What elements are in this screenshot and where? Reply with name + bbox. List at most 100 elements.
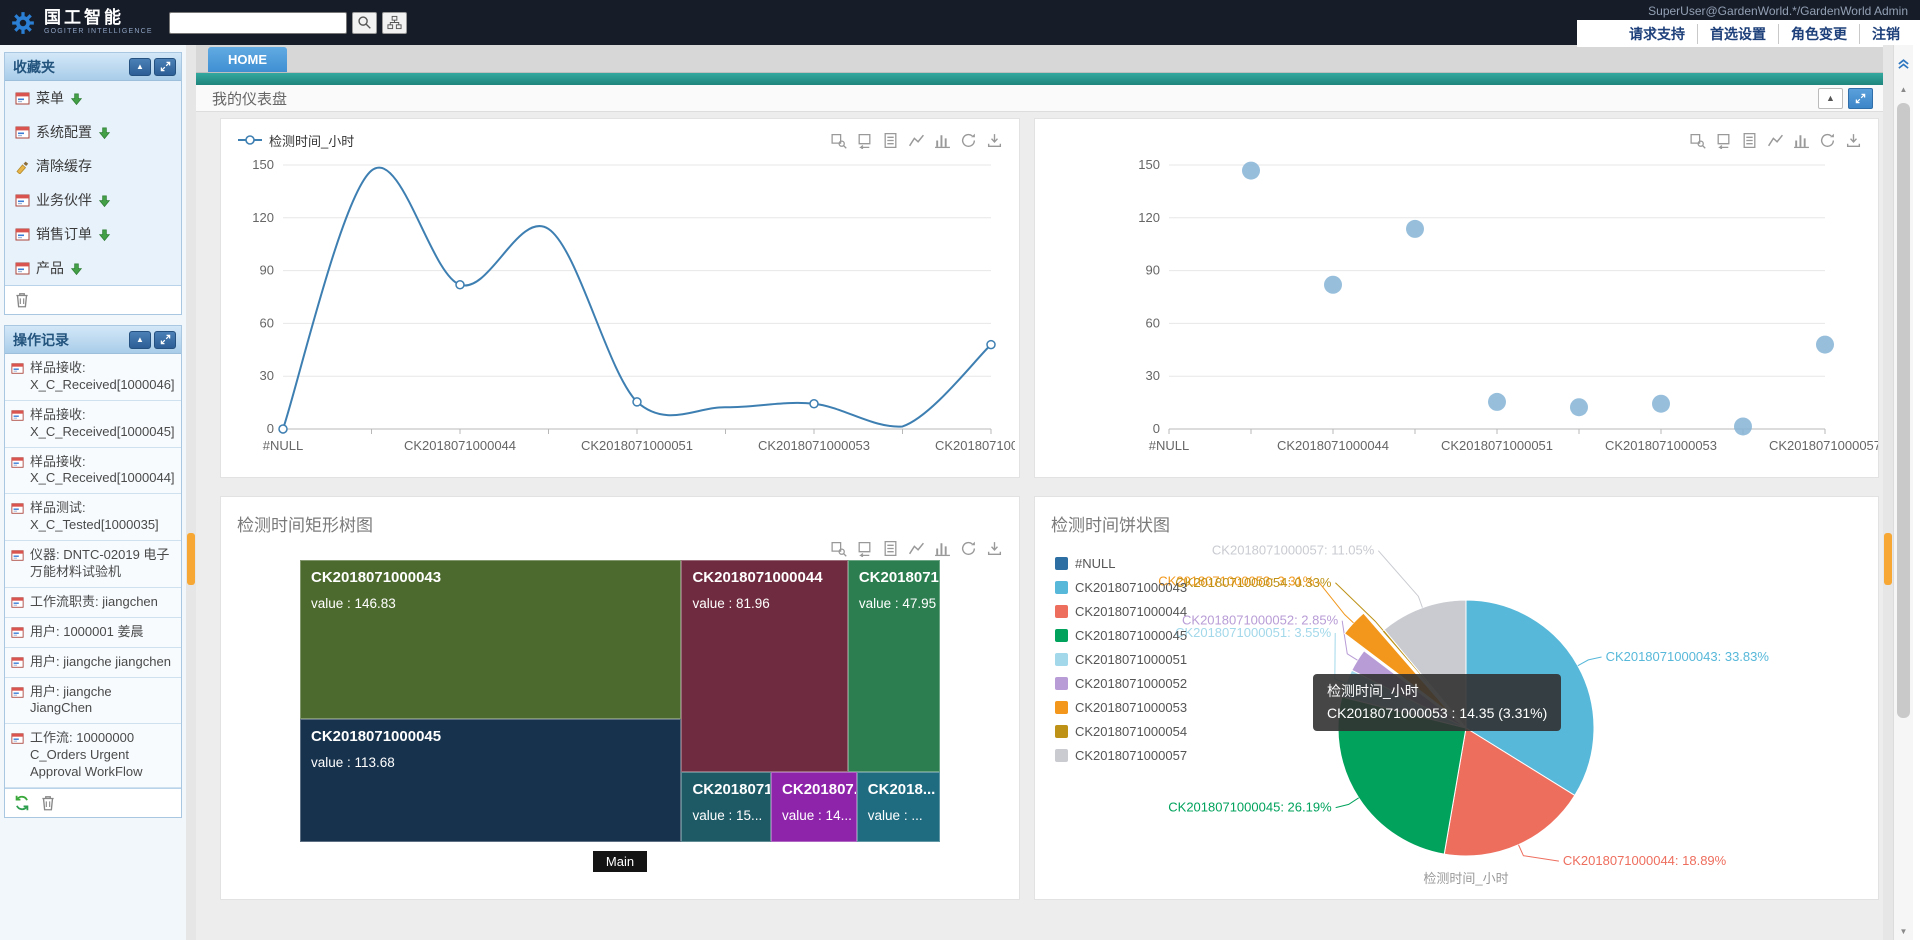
treemap-node[interactable]: CK2018071000044value : 81.96 <box>681 560 847 772</box>
search-button[interactable] <box>352 12 377 34</box>
pie-legend-item[interactable]: CK2018071000043 <box>1055 580 1187 595</box>
add-favorite-arrow-icon[interactable] <box>70 262 83 275</box>
right-collapse-handle[interactable] <box>1884 533 1892 585</box>
activity-item[interactable]: 用户: jiangche JiangChen <box>5 678 181 725</box>
scatter-point[interactable] <box>1406 220 1424 238</box>
treemap-node[interactable]: CK2018071000045value : 113.68 <box>300 719 681 842</box>
line-chart[interactable]: 0306090120150#NULLCK2018071000044CK20180… <box>225 151 1015 469</box>
activity-expand-button[interactable] <box>154 331 176 349</box>
activity-item[interactable]: 样品接收: X_C_Received[1000044] <box>5 448 181 495</box>
line-point-marker[interactable] <box>456 281 464 289</box>
pie-legend-item[interactable]: CK2018071000052 <box>1055 676 1187 691</box>
dashboard-collapse-button[interactable]: ▲ <box>1818 88 1843 109</box>
scatter-point[interactable] <box>1570 398 1588 416</box>
scatter-point[interactable] <box>1242 162 1260 180</box>
scatter-point[interactable] <box>1816 336 1834 354</box>
zoom-reset-icon[interactable] <box>856 540 873 557</box>
favorites-collapse-button[interactable]: ▲ <box>129 58 151 76</box>
activity-item[interactable]: 工作流职责: jiangchen <box>5 588 181 618</box>
vertical-scrollbar[interactable]: ▲ ▼ <box>1893 45 1913 940</box>
treemap-chart[interactable]: CK2018071000043value : 146.83CK201807100… <box>300 560 940 842</box>
left-collapse-handle[interactable] <box>187 533 195 585</box>
trash-icon[interactable] <box>39 794 57 812</box>
data-zoom-icon[interactable] <box>830 132 847 149</box>
bar-type-icon[interactable] <box>934 540 951 557</box>
data-zoom-icon[interactable] <box>830 540 847 557</box>
activity-item[interactable]: 样品测试: X_C_Tested[1000035] <box>5 494 181 541</box>
scatter-point[interactable] <box>1734 417 1752 435</box>
pie-legend-item[interactable]: CK2018071000054 <box>1055 724 1187 739</box>
download-icon[interactable] <box>1845 132 1862 149</box>
data-view-icon[interactable] <box>882 132 899 149</box>
activity-item[interactable]: 样品接收: X_C_Received[1000046] <box>5 354 181 401</box>
treemap-node[interactable]: CK2018...value : ... <box>857 772 940 843</box>
pie-legend-item[interactable]: CK2018071000045 <box>1055 628 1187 643</box>
activity-item[interactable]: 仪器: DNTC-02019 电子万能材料试验机 <box>5 541 181 588</box>
add-favorite-arrow-icon[interactable] <box>98 126 111 139</box>
line-type-icon[interactable] <box>908 540 925 557</box>
zoom-reset-icon[interactable] <box>1715 132 1732 149</box>
add-favorite-arrow-icon[interactable] <box>70 92 83 105</box>
dashboard-maximize-button[interactable] <box>1848 88 1873 109</box>
top-link-preferences[interactable]: 首选设置 <box>1697 24 1778 44</box>
favorites-expand-button[interactable] <box>154 58 176 76</box>
data-zoom-icon[interactable] <box>1689 132 1706 149</box>
scatter-point[interactable] <box>1324 276 1342 294</box>
pie-legend-item[interactable]: CK2018071000051 <box>1055 652 1187 667</box>
favorite-item[interactable]: 系统配置 <box>5 115 181 149</box>
tab-home[interactable]: HOME <box>208 47 287 72</box>
favorite-item[interactable]: 清除缓存 <box>5 149 181 183</box>
left-splitter[interactable] <box>186 45 196 940</box>
scroll-up-arrow[interactable]: ▲ <box>1894 85 1913 94</box>
favorite-item[interactable]: 菜单 <box>5 81 181 115</box>
download-icon[interactable] <box>986 540 1003 557</box>
collapsed-toolbar-strip[interactable] <box>196 73 1883 85</box>
treemap-node[interactable]: CK2018071...value : 47.95 <box>848 560 940 772</box>
global-search-input[interactable] <box>169 12 347 34</box>
bar-type-icon[interactable] <box>934 132 951 149</box>
activity-item[interactable]: 工作流: 10000000 C_Orders Urgent Approval W… <box>5 724 181 788</box>
treemap-breadcrumb[interactable]: Main <box>593 851 647 872</box>
trash-icon[interactable] <box>13 291 31 309</box>
restore-icon[interactable] <box>960 540 977 557</box>
favorite-item[interactable]: 产品 <box>5 251 181 285</box>
scatter-point[interactable] <box>1488 393 1506 411</box>
scrollbar-thumb[interactable] <box>1897 103 1910 718</box>
favorite-item[interactable]: 销售订单 <box>5 217 181 251</box>
bar-type-icon[interactable] <box>1793 132 1810 149</box>
refresh-recycle-icon[interactable] <box>13 794 31 812</box>
treemap-node[interactable]: CK2018071...value : 15... <box>681 772 771 843</box>
line-point-marker[interactable] <box>633 398 641 406</box>
zoom-reset-icon[interactable] <box>856 132 873 149</box>
treemap-node[interactable]: CK2018071000043value : 146.83 <box>300 560 681 719</box>
menu-tree-button[interactable] <box>382 12 407 34</box>
add-favorite-arrow-icon[interactable] <box>98 194 111 207</box>
pie-legend-item[interactable]: CK2018071000057 <box>1055 748 1187 763</box>
collapse-panel-icon[interactable] <box>1897 57 1910 73</box>
line-point-marker[interactable] <box>810 400 818 408</box>
scatter-point[interactable] <box>1652 395 1670 413</box>
series-legend[interactable]: 检测时间_小时 <box>237 131 354 150</box>
scatter-chart[interactable]: 0306090120150#NULLCK2018071000044CK20180… <box>1039 151 1879 469</box>
data-view-icon[interactable] <box>1741 132 1758 149</box>
activity-item[interactable]: 用户: 1000001 姜晨 <box>5 618 181 648</box>
top-link-support[interactable]: 请求支持 <box>1617 24 1697 44</box>
activity-item[interactable]: 样品接收: X_C_Received[1000045] <box>5 401 181 448</box>
right-splitter[interactable] <box>1883 45 1893 940</box>
pie-legend-item[interactable]: CK2018071000053 <box>1055 700 1187 715</box>
restore-icon[interactable] <box>1819 132 1836 149</box>
line-point-marker[interactable] <box>279 425 287 433</box>
favorite-item[interactable]: 业务伙伴 <box>5 183 181 217</box>
top-link-logout[interactable]: 注销 <box>1859 24 1912 44</box>
activity-collapse-button[interactable]: ▲ <box>129 331 151 349</box>
line-type-icon[interactable] <box>908 132 925 149</box>
line-type-icon[interactable] <box>1767 132 1784 149</box>
treemap-node[interactable]: CK201807...value : 14... <box>771 772 857 843</box>
line-point-marker[interactable] <box>987 341 995 349</box>
add-favorite-arrow-icon[interactable] <box>98 228 111 241</box>
pie-legend-item[interactable]: #NULL <box>1055 556 1187 571</box>
activity-item[interactable]: 用户: jiangche jiangchen <box>5 648 181 678</box>
download-icon[interactable] <box>986 132 1003 149</box>
top-link-change-role[interactable]: 角色变更 <box>1778 24 1859 44</box>
restore-icon[interactable] <box>960 132 977 149</box>
